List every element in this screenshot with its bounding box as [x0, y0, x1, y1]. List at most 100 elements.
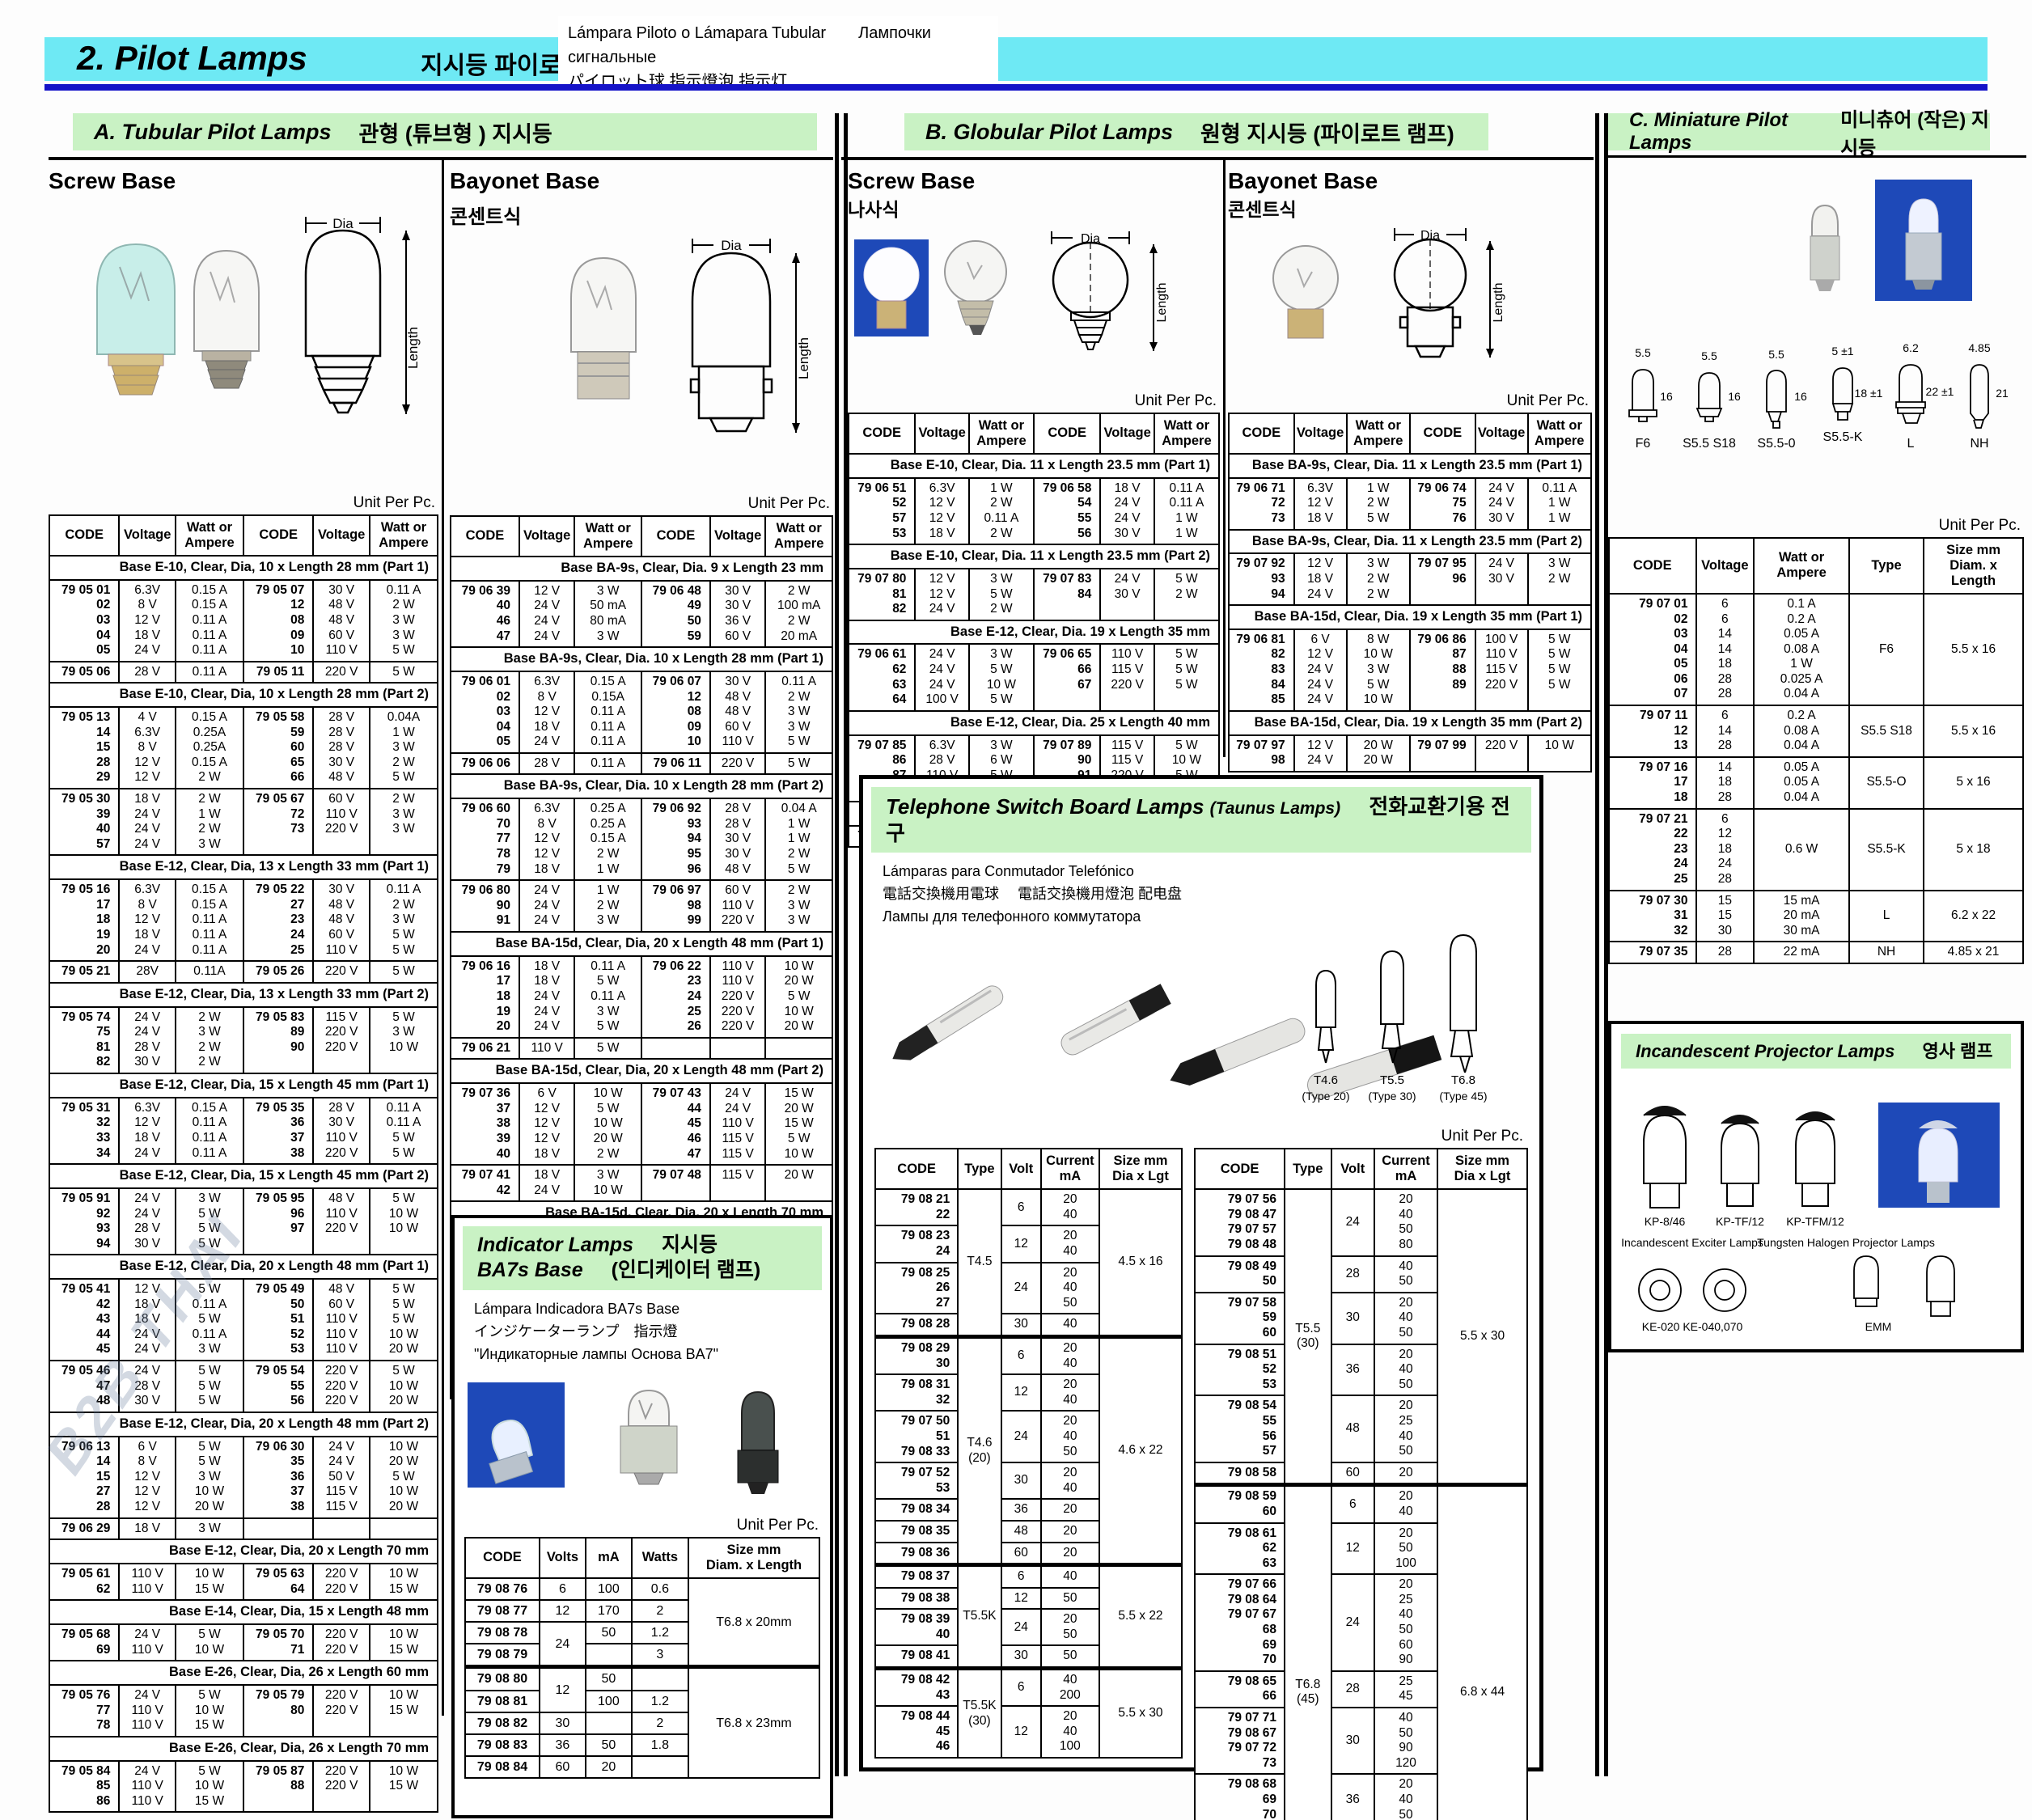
- cell: S5.5-K: [1849, 809, 1924, 891]
- cell: 79 06 74 75 76: [1410, 478, 1475, 530]
- cell: 6 V 12 V 12 V 12 V 18 V: [519, 1083, 574, 1165]
- cell: 28: [1696, 942, 1755, 963]
- cell: 20 50 100: [1374, 1523, 1437, 1575]
- cell: 79 05 06: [49, 662, 119, 684]
- cell: 79 05 54 55 56: [243, 1361, 313, 1412]
- tel-type-sub: (Type 45): [1439, 1090, 1487, 1103]
- dia-label: Dia: [332, 216, 353, 231]
- table-row: 79 06 16 17 18 19 2018 V 18 V 24 V 24 V …: [451, 956, 832, 1038]
- cell: 28: [1331, 1256, 1374, 1293]
- cell: 79 05 16 17 18 19 20: [49, 879, 119, 961]
- telephone-text-cjk: 電話交換機用電球 電話交換機用燈泡 配电盘: [883, 883, 1520, 904]
- column-divider: [1223, 159, 1226, 757]
- cell: 220 V 220 V: [313, 1685, 370, 1737]
- table-header-row: CODETypeVoltCurrent mASize mm Dia x Lgt: [1195, 1149, 1527, 1189]
- telephone-table-left: CODETypeVoltCurrent mASize mm Dia x Lgt7…: [874, 1148, 1183, 1759]
- cell: 10 W 15 W: [370, 1685, 438, 1737]
- cell: 1.8: [632, 1734, 688, 1756]
- section-title: Base E-12, Clear, Dia, 13 x Length 33 mm…: [49, 983, 438, 1007]
- header-cell: CODE: [875, 1149, 958, 1189]
- section-title-row: Base E-10, Clear, Dia. 11 x Length 23.5 …: [849, 544, 1219, 569]
- cell: 3 W 5 W 2 W: [969, 569, 1034, 620]
- header-cell: Type: [1285, 1149, 1331, 1189]
- cell: 0.11 A 1 W 1 W: [1528, 478, 1591, 530]
- header-cell: Current mA: [1374, 1149, 1437, 1189]
- cell: T6.8 (45): [1285, 1485, 1331, 1820]
- diagram-label: NH: [1970, 437, 1988, 451]
- cell: 10 W: [1528, 735, 1591, 772]
- table-row: 79 08 7661000.6T6.8 x 20mm: [465, 1578, 819, 1600]
- cell: 60: [1001, 1543, 1041, 1565]
- cell: 79 08 31 32: [875, 1374, 958, 1411]
- diagram-label: S5.5-K: [1823, 430, 1863, 444]
- header-cell: Voltage: [313, 515, 370, 556]
- cell: 40: [1041, 1314, 1099, 1336]
- cell: 79 06 16 17 18 19 20: [451, 956, 519, 1038]
- section-title-row: Base BA-15d, Clear, Dia, 20 x Length 48 …: [451, 932, 832, 956]
- cell: 20 40 50: [1374, 1774, 1437, 1820]
- table-row: 79 05 76 77 7824 V 110 V 110 V5 W 10 W 1…: [49, 1685, 438, 1737]
- cell: 79 06 11: [641, 753, 710, 775]
- cell: [586, 1644, 632, 1667]
- indicator-table: CODEVoltsmAWattsSize mm Diam. x Length79…: [455, 1537, 830, 1780]
- cell: 60 V 110 V 220 V: [710, 880, 765, 932]
- cell: 5.5 x 16: [1924, 594, 2023, 705]
- table-header-row: CODEVoltageWatt or AmpereCODEVoltageWatt…: [49, 515, 438, 556]
- section-title: Base BA-9s, Clear, Dia. 11 x Length 23.5…: [1229, 454, 1591, 478]
- title-band: [44, 37, 1988, 81]
- cell: 10 W 20 W 5 W 10 W 20 W: [765, 956, 832, 1038]
- header-cell: CODE: [1609, 538, 1696, 594]
- header-cell: CODE: [451, 516, 519, 557]
- header-cell: Type: [958, 1149, 1001, 1189]
- cell: 79 08 68 69 70: [1195, 1774, 1285, 1820]
- cell: 48: [1331, 1395, 1374, 1462]
- bulb-photo: [97, 244, 175, 354]
- cell: 5 W 5 W 5 W 10 W 20 W: [370, 1279, 438, 1361]
- cell: 79 05 91 92 93 94: [49, 1188, 119, 1255]
- cell: 79 05 74 75 81 82: [49, 1007, 119, 1073]
- cell: 79 05 31 32 33 34: [49, 1098, 119, 1164]
- cell: L: [1849, 891, 1924, 942]
- cell: 24 V 24 V 50 V 115 V 115 V: [313, 1437, 370, 1518]
- cell: 79 08 23 24: [875, 1225, 958, 1262]
- cell: 1.2: [632, 1622, 688, 1644]
- cell: 5 W: [370, 662, 438, 684]
- multilingual-title-box: Lámpara Piloto o Lámapara TubularЛампочк…: [558, 16, 998, 91]
- cell: 20 40: [1041, 1462, 1099, 1499]
- table-row: 79 06 39 40 46 4712 V 24 V 24 V 24 V3 W …: [451, 581, 832, 647]
- cell: 79 06 80 90 91: [451, 880, 519, 932]
- cell: 50: [1041, 1645, 1099, 1668]
- cell: 6 V 8 V 12 V 12 V 12 V: [119, 1437, 176, 1518]
- cell: 36: [1001, 1499, 1041, 1521]
- header-cell: Voltage: [1294, 413, 1347, 454]
- table-row: 79 05 16 17 18 19 206.3V 8 V 12 V 18 V 2…: [49, 879, 438, 961]
- section-b-header: B. Globular Pilot Lamps 원형 지시등 (파이로트 램프): [904, 113, 1488, 150]
- cell: 6 V 12 V 24 V 24 V 24 V: [1294, 629, 1347, 711]
- bayonet-base-title: Bayonet Base: [1228, 168, 1378, 193]
- cell: 79 07 71 79 08 67 79 07 72 73: [1195, 1708, 1285, 1774]
- cell: T6.8 x 20mm: [688, 1578, 819, 1667]
- cell: 12: [540, 1600, 586, 1622]
- cell: 79 05 67 72 73: [243, 789, 313, 855]
- table-row: 79 05 84 85 8624 V 110 V 110 V5 W 10 W 1…: [49, 1761, 438, 1813]
- section-title: Base BA-9s, Clear, Dia. 10 x Length 28 m…: [451, 774, 832, 798]
- diagram-dim-top: 5.5: [1635, 346, 1651, 359]
- section-title: Base E-12, Clear, Dia. 25 x Length 40 mm: [849, 711, 1219, 735]
- cell: 79 05 84 85 86: [49, 1761, 119, 1813]
- unit-per-pc-label: Unit Per Pc.: [1608, 517, 2021, 535]
- cell: 12 V 18 V 24 V: [1294, 553, 1347, 605]
- cell: 79 08 77: [465, 1600, 540, 1622]
- cell: 4.85 x 21: [1924, 942, 2023, 963]
- section-title: Base E-12, Clear, Dia, 15 x Length 45 mm…: [49, 1073, 438, 1098]
- cell: 79 05 13 14 15 28 29: [49, 707, 119, 789]
- cell: 12: [1001, 1588, 1041, 1610]
- cell: 3: [632, 1644, 688, 1667]
- cell: 79 05 35 36 37 38: [243, 1098, 313, 1164]
- cell: 20 40 100: [1041, 1706, 1099, 1758]
- dia-label: Dia: [1081, 232, 1100, 246]
- cell: 6.3V 12 V 18 V: [1294, 478, 1347, 530]
- cell: [313, 1518, 370, 1540]
- section-title: Base E-10, Clear, Dia. 11 x Length 23.5 …: [849, 454, 1219, 478]
- header-cell: CODE: [49, 515, 119, 556]
- cell: 79 08 44 45 46: [875, 1706, 958, 1758]
